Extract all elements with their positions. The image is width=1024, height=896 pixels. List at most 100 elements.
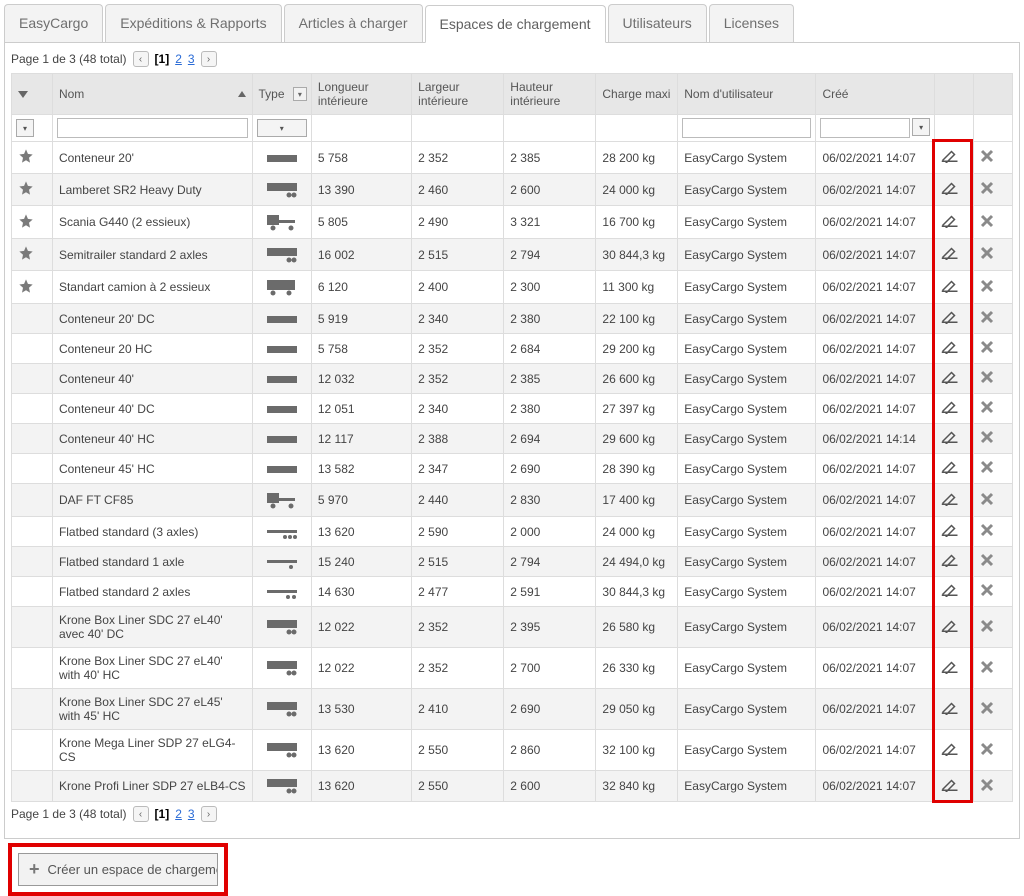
- col-cree[interactable]: Créé: [816, 74, 935, 115]
- cell-user: EasyCargo System: [678, 304, 816, 334]
- tab-expeditions[interactable]: Expéditions & Rapports: [105, 4, 281, 42]
- edit-icon[interactable]: [941, 373, 959, 387]
- filter-user-input[interactable]: [682, 118, 811, 138]
- col-longueur[interactable]: Longueur intérieure: [311, 74, 411, 115]
- tab-articles[interactable]: Articles à charger: [284, 4, 423, 42]
- cell-charge: 22 100 kg: [596, 304, 678, 334]
- filter-type-dd[interactable]: ▾: [257, 119, 307, 137]
- cell-nom: Standart camion à 2 essieux: [52, 271, 252, 304]
- delete-icon[interactable]: [980, 249, 994, 263]
- edit-icon[interactable]: [941, 622, 959, 636]
- filter-date-dd[interactable]: ▾: [912, 118, 930, 136]
- edit-icon[interactable]: [941, 463, 959, 477]
- delete-icon[interactable]: [980, 403, 994, 417]
- pager-page-3-bottom[interactable]: 3: [188, 807, 195, 821]
- star-icon[interactable]: [18, 185, 34, 199]
- delete-icon[interactable]: [980, 781, 994, 795]
- tab-licenses[interactable]: Licenses: [709, 4, 794, 42]
- delete-icon[interactable]: [980, 433, 994, 447]
- edit-icon[interactable]: [941, 403, 959, 417]
- pager-page-3[interactable]: 3: [188, 52, 195, 66]
- edit-icon[interactable]: [941, 433, 959, 447]
- filter-date-input[interactable]: [820, 118, 910, 138]
- col-nom[interactable]: Nom: [52, 74, 252, 115]
- edit-icon[interactable]: [941, 184, 959, 198]
- edit-icon[interactable]: [941, 556, 959, 570]
- delete-icon[interactable]: [980, 495, 994, 509]
- edit-icon[interactable]: [941, 704, 959, 718]
- cell-largeur: 2 340: [412, 394, 504, 424]
- type-icon: [259, 524, 305, 540]
- delete-icon[interactable]: [980, 586, 994, 600]
- col-largeur[interactable]: Largeur intérieure: [412, 74, 504, 115]
- edit-icon[interactable]: [941, 586, 959, 600]
- cell-largeur: 2 352: [412, 364, 504, 394]
- sort-type-dd[interactable]: ▾: [293, 87, 307, 101]
- cell-longueur: 5 758: [311, 334, 411, 364]
- star-icon[interactable]: [18, 153, 34, 167]
- tab-espaces[interactable]: Espaces de chargement: [425, 5, 606, 43]
- filter-nom-input[interactable]: [57, 118, 248, 138]
- delete-icon[interactable]: [980, 526, 994, 540]
- delete-icon[interactable]: [980, 282, 994, 296]
- col-charge[interactable]: Charge maxi: [596, 74, 678, 115]
- cell-charge: 30 844,3 kg: [596, 577, 678, 607]
- create-cargo-space-button[interactable]: + Créer un espace de chargeme: [18, 853, 218, 886]
- col-fav[interactable]: [12, 74, 53, 115]
- delete-icon[interactable]: [980, 704, 994, 718]
- filter-fav-dd[interactable]: ▾: [16, 119, 34, 137]
- edit-icon[interactable]: [941, 217, 959, 231]
- col-type[interactable]: Type▾: [252, 74, 311, 115]
- delete-icon[interactable]: [980, 184, 994, 198]
- cell-user: EasyCargo System: [678, 364, 816, 394]
- edit-icon[interactable]: [941, 663, 959, 677]
- cell-longueur: 13 390: [311, 174, 411, 206]
- cell-largeur: 2 347: [412, 454, 504, 484]
- pager-page-1[interactable]: [1]: [155, 52, 170, 66]
- edit-icon[interactable]: [941, 249, 959, 263]
- delete-icon[interactable]: [980, 745, 994, 759]
- cell-nom: Krone Mega Liner SDP 27 eLG4-CS: [52, 730, 252, 771]
- cell-user: EasyCargo System: [678, 206, 816, 239]
- edit-icon[interactable]: [941, 343, 959, 357]
- cell-charge: 11 300 kg: [596, 271, 678, 304]
- cell-longueur: 13 582: [311, 454, 411, 484]
- type-icon: [259, 700, 305, 718]
- pager-prev-icon-bottom[interactable]: ‹: [133, 806, 149, 822]
- cell-nom: DAF FT CF85: [52, 484, 252, 517]
- edit-icon[interactable]: [941, 495, 959, 509]
- cell-user: EasyCargo System: [678, 142, 816, 174]
- cell-longueur: 13 620: [311, 771, 411, 802]
- star-icon[interactable]: [18, 283, 34, 297]
- delete-icon[interactable]: [980, 343, 994, 357]
- delete-icon[interactable]: [980, 373, 994, 387]
- col-hauteur[interactable]: Hauteur intérieure: [504, 74, 596, 115]
- edit-icon[interactable]: [941, 781, 959, 795]
- cell-largeur: 2 388: [412, 424, 504, 454]
- edit-icon[interactable]: [941, 313, 959, 327]
- delete-icon[interactable]: [980, 313, 994, 327]
- pager-next-icon[interactable]: ›: [201, 51, 217, 67]
- edit-icon[interactable]: [941, 745, 959, 759]
- col-user[interactable]: Nom d'utilisateur: [678, 74, 816, 115]
- pager-prev-icon[interactable]: ‹: [133, 51, 149, 67]
- star-icon[interactable]: [18, 250, 34, 264]
- pager-page-2-bottom[interactable]: 2: [175, 807, 182, 821]
- delete-icon[interactable]: [980, 463, 994, 477]
- delete-icon[interactable]: [980, 217, 994, 231]
- delete-icon[interactable]: [980, 663, 994, 677]
- tab-utilisateurs[interactable]: Utilisateurs: [608, 4, 707, 42]
- type-icon: [259, 490, 305, 510]
- type-icon: [259, 554, 305, 570]
- pager-page-2[interactable]: 2: [175, 52, 182, 66]
- delete-icon[interactable]: [980, 152, 994, 166]
- pager-next-icon-bottom[interactable]: ›: [201, 806, 217, 822]
- delete-icon[interactable]: [980, 622, 994, 636]
- edit-icon[interactable]: [941, 526, 959, 540]
- pager-page-1-bottom[interactable]: [1]: [155, 807, 170, 821]
- edit-icon[interactable]: [941, 282, 959, 296]
- star-icon[interactable]: [18, 218, 34, 232]
- edit-icon[interactable]: [941, 152, 959, 166]
- delete-icon[interactable]: [980, 556, 994, 570]
- tab-easycargo[interactable]: EasyCargo: [4, 4, 103, 42]
